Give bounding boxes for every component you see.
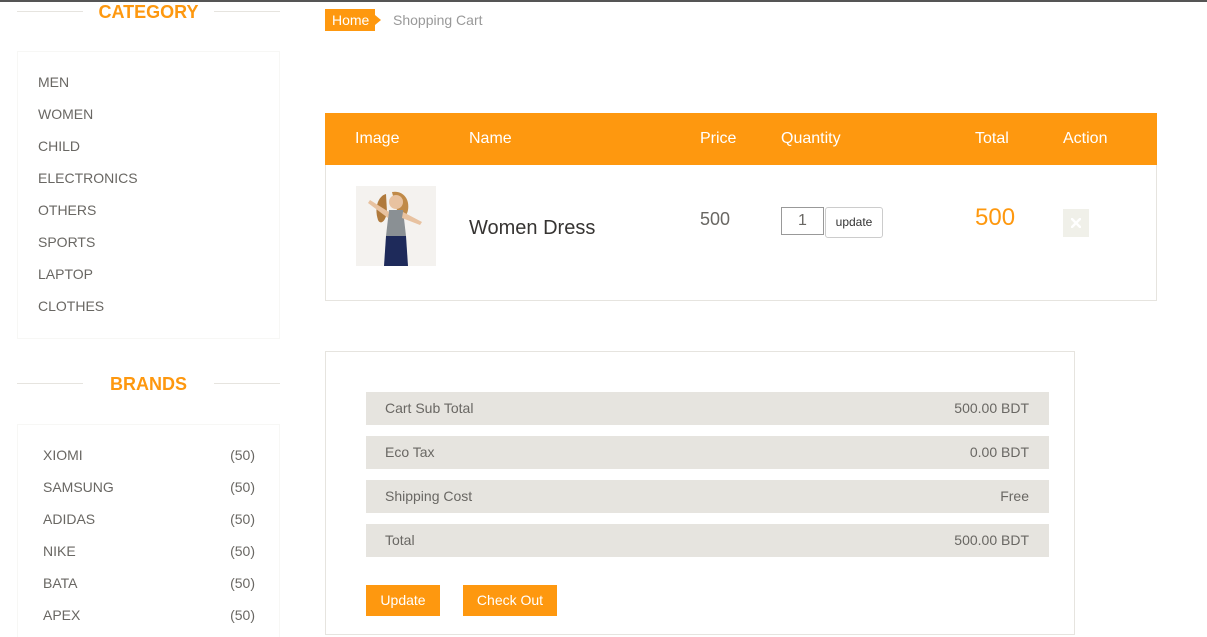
brand-count: (50): [230, 447, 255, 463]
brand-list: XIOMI (50) SAMSUNG (50) ADIDAS (50) NIKE…: [17, 424, 280, 637]
brand-count: (50): [230, 575, 255, 591]
checkout-button[interactable]: Check Out: [463, 585, 557, 616]
summary-row: Eco Tax 0.00 BDT: [366, 436, 1049, 469]
summary-row: Total 500.00 BDT: [366, 524, 1049, 557]
summary-label: Eco Tax: [385, 444, 435, 460]
category-men[interactable]: MEN: [38, 74, 69, 90]
breadcrumb-arrow-icon: [375, 15, 381, 25]
column-header-name: Name: [469, 130, 512, 147]
product-name[interactable]: Women Dress: [469, 217, 595, 239]
category-heading: CATEGORY: [17, 0, 280, 24]
column-header-action: Action: [1063, 130, 1108, 147]
brand-name: NIKE: [43, 543, 76, 559]
summary-label: Total: [385, 532, 415, 548]
category-heading-text: CATEGORY: [98, 2, 199, 22]
summary-value: Free: [1000, 488, 1029, 504]
summary-value: 500.00 BDT: [954, 532, 1029, 548]
summary-label: Cart Sub Total: [385, 400, 474, 416]
cart-table-header: Image Name Price Quantity Total Action: [325, 113, 1157, 165]
brand-count: (50): [230, 543, 255, 559]
summary-row: Cart Sub Total 500.00 BDT: [366, 392, 1049, 425]
summary-value: 0.00 BDT: [969, 444, 1029, 460]
close-icon: [1071, 218, 1081, 228]
brand-name: ADIDAS: [43, 511, 96, 527]
summary-label: Shipping Cost: [385, 488, 473, 504]
brand-name: SAMSUNG: [43, 479, 114, 495]
category-sports[interactable]: SPORTS: [38, 234, 95, 250]
summary-row: Shipping Cost Free: [366, 480, 1049, 513]
column-header-price: Price: [700, 130, 737, 147]
product-total: 500: [975, 204, 1016, 231]
summary-value: 500.00 BDT: [954, 400, 1029, 416]
brand-count: (50): [230, 511, 255, 527]
breadcrumb-home[interactable]: Home: [325, 9, 375, 31]
delete-item-button[interactable]: [1063, 209, 1089, 237]
cart-table: Image Name Price Quantity Total Action W…: [325, 113, 1157, 301]
brand-count: (50): [230, 479, 255, 495]
category-laptop[interactable]: LAPTOP: [38, 266, 93, 282]
category-list: MEN WOMEN CHILD ELECTRONICS OTHERS SPORT…: [17, 51, 280, 339]
brands-heading-text: BRANDS: [109, 374, 187, 394]
column-header-quantity: Quantity: [781, 130, 841, 147]
update-cart-button[interactable]: Update: [366, 585, 440, 616]
brand-name: BATA: [43, 575, 78, 591]
brand-name: APEX: [43, 607, 81, 623]
column-header-total: Total: [975, 130, 1009, 147]
brands-heading: BRANDS: [17, 372, 280, 396]
product-image[interactable]: [356, 186, 436, 266]
brand-name: XIOMI: [43, 447, 83, 463]
category-others[interactable]: OTHERS: [38, 202, 96, 218]
quantity-input[interactable]: 1: [781, 207, 824, 235]
cart-summary: Cart Sub Total 500.00 BDT Eco Tax 0.00 B…: [325, 351, 1075, 635]
column-header-image: Image: [355, 130, 400, 147]
product-price: 500: [700, 209, 731, 229]
category-clothes[interactable]: CLOTHES: [38, 298, 104, 314]
category-child[interactable]: CHILD: [38, 138, 80, 154]
category-electronics[interactable]: ELECTRONICS: [38, 170, 138, 186]
breadcrumb-current: Shopping Cart: [393, 12, 483, 28]
quantity-update-button[interactable]: update: [825, 207, 883, 238]
brand-count: (50): [230, 607, 255, 623]
category-women[interactable]: WOMEN: [38, 106, 93, 122]
